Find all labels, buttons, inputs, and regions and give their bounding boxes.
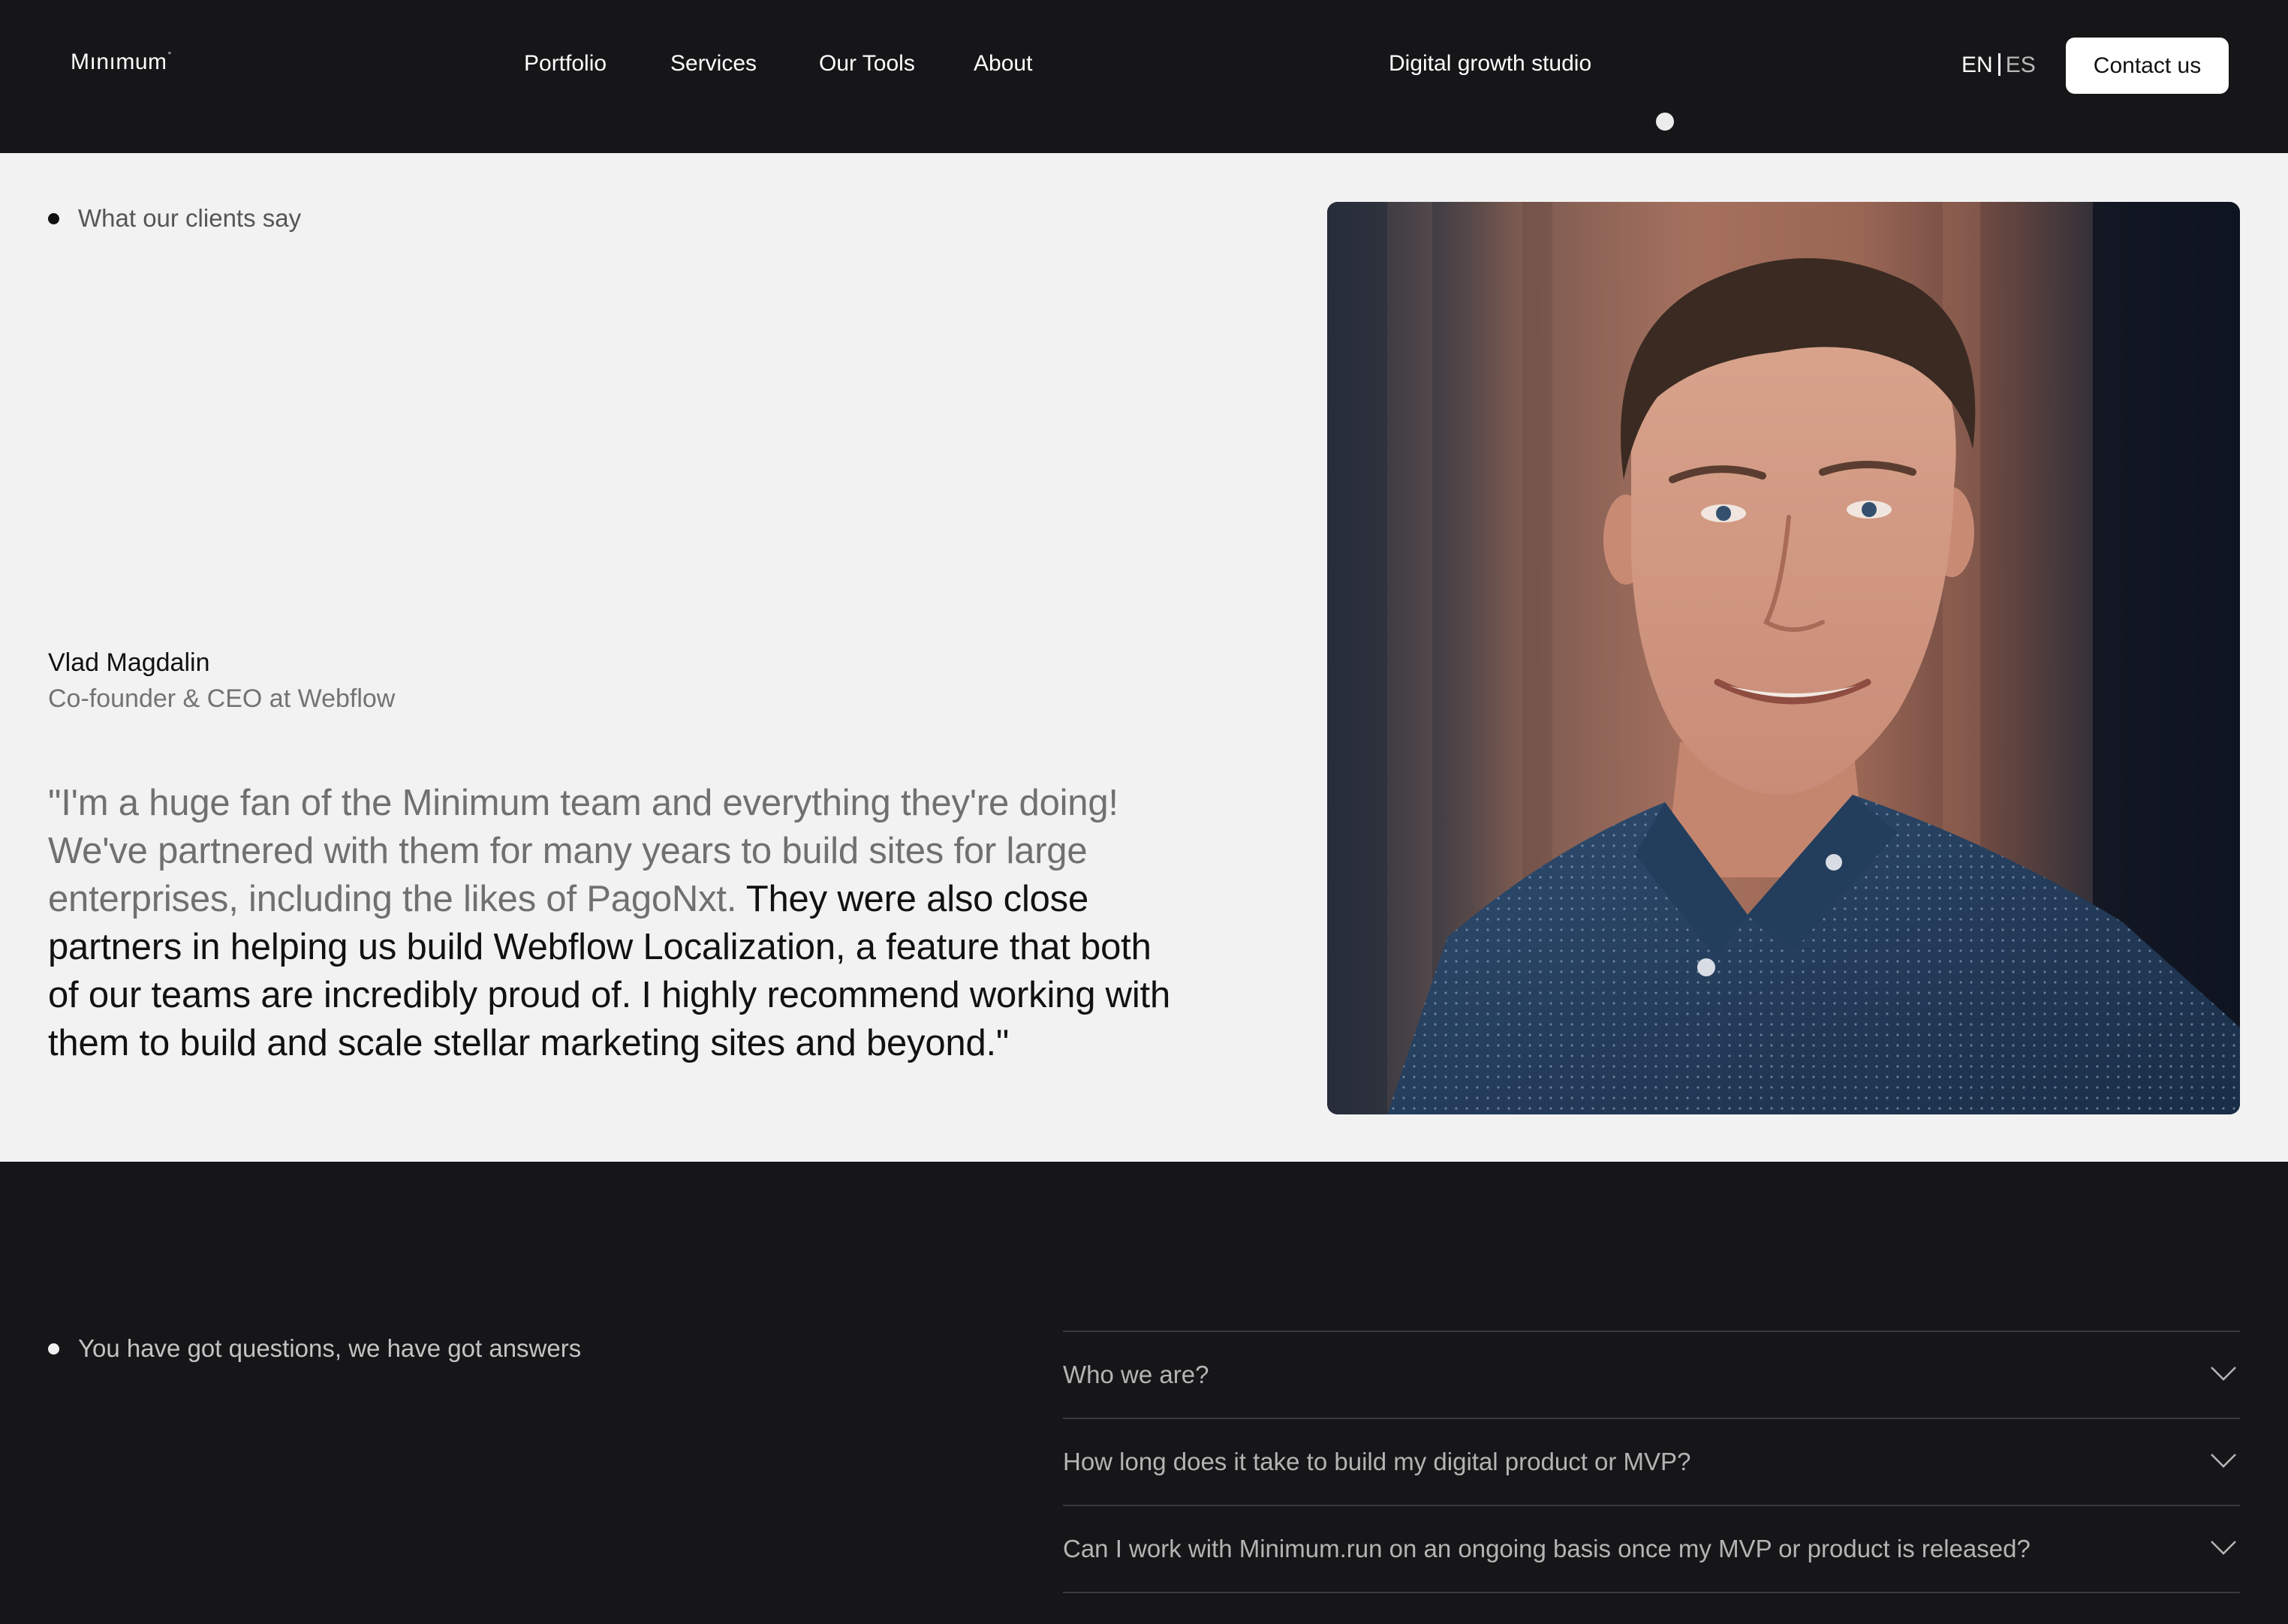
author-role: Co-founder & CEO at Webflow [48, 684, 396, 713]
nav-item-services[interactable]: Services [670, 51, 757, 77]
faq-section: You have got questions, we have got answ… [0, 1162, 2288, 1624]
testimonial-section-label: What our clients say [48, 204, 301, 233]
bullet-dot-icon [48, 212, 59, 224]
testimonial-heading: What our clients say [78, 204, 302, 232]
nav-item-about[interactable]: About [974, 51, 1032, 77]
faq-list: Who we are? How long does it take to bui… [1063, 1331, 2240, 1593]
language-switcher: EN ES [1961, 53, 2036, 78]
bullet-dot-icon [48, 1343, 59, 1355]
header-tagline: Digital growth studio [1389, 51, 1592, 76]
testimonial-section: What our clients say Vlad Magdalin Co-fo… [0, 153, 2288, 1162]
faq-heading: You have got questions, we have got answ… [78, 1334, 582, 1362]
lang-divider [1997, 53, 2000, 76]
chevron-down-icon[interactable] [2210, 1452, 2237, 1469]
logo[interactable]: Mınımum° [71, 50, 172, 75]
logo-mark: ° [167, 50, 172, 60]
author-portrait-illustration [1327, 202, 2240, 1114]
faq-item[interactable]: Can I work with Minimum.run on an ongoin… [1063, 1506, 2240, 1593]
faq-section-label: You have got questions, we have got answ… [48, 1334, 581, 1363]
lang-en-link[interactable]: EN [1961, 53, 1993, 77]
chevron-down-icon[interactable] [2210, 1539, 2237, 1556]
faq-item[interactable]: Who we are? [1063, 1332, 2240, 1419]
faq-question: How long does it take to build my digita… [1063, 1448, 1691, 1475]
chevron-down-icon[interactable] [2210, 1365, 2237, 1382]
author-photo [1327, 202, 2240, 1114]
faq-question: Who we are? [1063, 1361, 1209, 1388]
nav-item-portfolio[interactable]: Portfolio [524, 51, 607, 77]
author-name: Vlad Magdalin [48, 648, 210, 677]
testimonial-quote: "I'm a huge fan of the Minimum team and … [48, 779, 1189, 1067]
site-header: Mınımum° Portfolio Services Our Tools Ab… [0, 0, 2288, 153]
logo-text: Mınımum [71, 50, 167, 74]
contact-us-button[interactable]: Contact us [2066, 38, 2229, 94]
cursor-dot-indicator [1656, 113, 1674, 131]
faq-item[interactable]: How long does it take to build my digita… [1063, 1419, 2240, 1506]
lang-es-link[interactable]: ES [2006, 53, 2036, 77]
nav-item-our-tools[interactable]: Our Tools [819, 51, 915, 77]
faq-question: Can I work with Minimum.run on an ongoin… [1063, 1535, 2031, 1562]
